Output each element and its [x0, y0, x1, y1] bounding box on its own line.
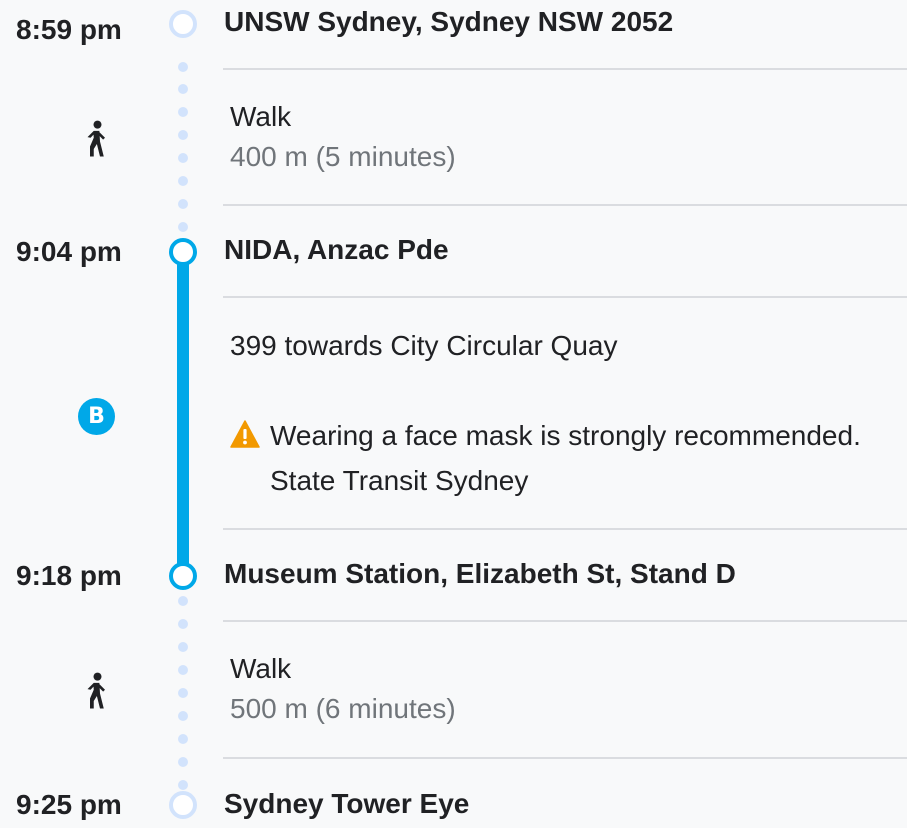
walk-label: Walk [230, 101, 292, 132]
stop-marker-2 [169, 238, 197, 266]
stop-marker-3 [169, 562, 197, 590]
bus-icon: B [78, 398, 115, 435]
walk-route-dot [178, 107, 188, 117]
stop-marker-4 [169, 791, 197, 819]
stop-name-4[interactable]: Sydney Tower Eye [224, 788, 469, 820]
walk-route-dot [178, 734, 188, 744]
walk-route-dot [178, 222, 188, 232]
walk-route-dot [178, 62, 188, 72]
walk-route-dot [178, 130, 188, 140]
walk-route-dot [178, 153, 188, 163]
walk-route-dot [178, 84, 188, 94]
walk-route-dot [178, 199, 188, 209]
walk-route-dot [178, 688, 188, 698]
stop-time-2: 9:04 pm [16, 236, 122, 267]
walk-route-dot [178, 642, 188, 652]
stop-name-1[interactable]: UNSW Sydney, Sydney NSW 2052 [224, 6, 673, 38]
walk-route-dot [178, 780, 188, 790]
walk-route-dot [178, 711, 188, 721]
divider [223, 68, 907, 70]
divider [223, 204, 907, 206]
stop-marker-1 [169, 10, 197, 38]
warning-icon [230, 420, 260, 448]
stop-time-4: 9:25 pm [16, 789, 122, 820]
divider [223, 296, 907, 298]
divider [223, 757, 907, 759]
bus-route-line [177, 252, 189, 576]
operator-name: State Transit Sydney [270, 465, 529, 496]
walk-route-dot [178, 596, 188, 606]
divider [223, 620, 907, 622]
stop-time-1: 8:59 pm [16, 14, 122, 45]
walk-route-dot [178, 176, 188, 186]
walk-icon [80, 120, 110, 158]
stop-name-3[interactable]: Museum Station, Elizabeth St, Stand D [224, 558, 736, 590]
walk-route-dot [178, 619, 188, 629]
service-alert-text[interactable]: Wearing a face mask is strongly recommen… [270, 414, 861, 458]
walk-icon [80, 672, 110, 710]
walk-distance: 400 m (5 minutes) [230, 141, 456, 172]
walk-route-dot [178, 665, 188, 675]
stop-name-2[interactable]: NIDA, Anzac Pde [224, 234, 449, 266]
walk-route-dot [178, 757, 188, 767]
walk-label: Walk [230, 653, 292, 684]
divider [223, 528, 907, 530]
stop-time-3: 9:18 pm [16, 560, 122, 591]
walk-distance: 500 m (6 minutes) [230, 693, 456, 724]
bus-route-label[interactable]: 399 towards City Circular Quay [230, 329, 617, 363]
